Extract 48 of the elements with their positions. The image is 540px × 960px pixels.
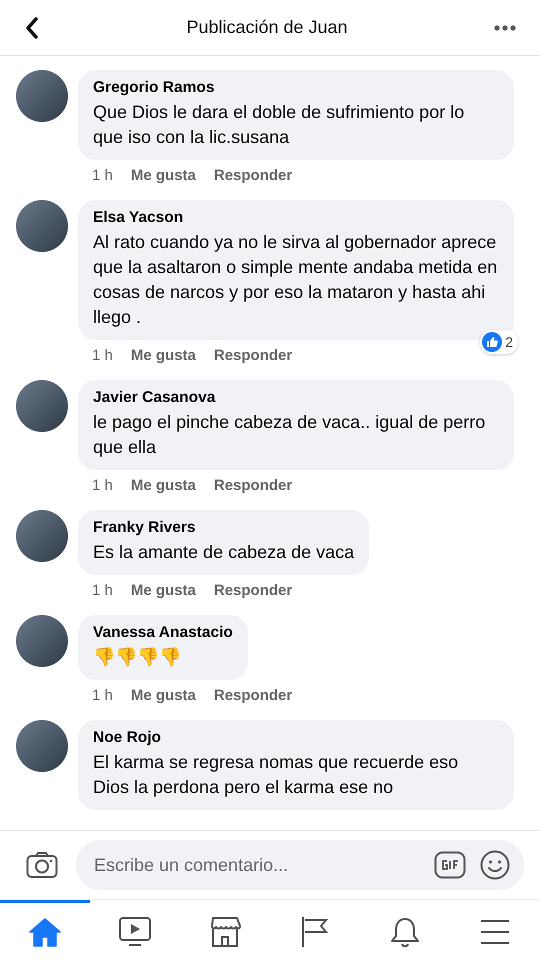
comment-time: 1 h [92,582,113,599]
like-link[interactable]: Me gusta [130,687,196,704]
gif-icon[interactable] [434,851,466,879]
bell-icon [390,916,420,948]
more-options-icon[interactable] [494,24,516,30]
smiley-icon[interactable] [480,850,510,880]
avatar[interactable] [16,615,68,667]
comment-author[interactable]: Javier Casanova [93,389,499,407]
comment-time: 1 h [92,347,113,364]
home-icon [29,916,61,946]
reply-link[interactable]: Responder [214,582,292,599]
like-link[interactable]: Me gusta [130,477,196,494]
comment-time: 1 h [92,687,113,704]
comment-text: le pago el pinche cabeza de vaca.. igual de perro que ella [93,411,486,459]
reply-link[interactable]: Responder [214,687,292,704]
reply-link[interactable]: Responder [214,477,292,494]
avatar[interactable] [16,720,68,772]
comment-author[interactable]: Noe Rojo [93,729,499,747]
comment-author[interactable]: Elsa Yacson [93,209,499,227]
avatar[interactable] [16,70,68,122]
avatar[interactable] [16,510,68,562]
reply-link[interactable]: Responder [214,347,292,364]
menu-icon [480,918,510,944]
like-link[interactable]: Me gusta [130,347,196,364]
avatar[interactable] [16,200,68,252]
comment-input-field[interactable]: Escribe un comentario... [92,854,420,876]
like-link[interactable]: Me gusta [130,582,196,599]
comment-time: 1 h [92,477,113,494]
comment-author[interactable]: Vanessa Anastacio [93,624,233,642]
comment-author[interactable]: Franky Rivers [93,519,354,537]
flag-icon [299,916,331,948]
comment-author[interactable]: Gregorio Ramos [93,79,499,97]
post-title: Publicación de Juan [186,17,348,38]
like-link[interactable]: Me gusta [130,167,196,184]
comment-text: 👎👎👎👎 [93,646,182,669]
reaction-count-badge[interactable]: 2 [480,330,518,354]
comment-time: 1 h [92,167,113,184]
video-icon [119,916,151,946]
reply-link[interactable]: Responder [214,167,292,184]
store-icon [209,916,241,948]
comment-text: Al rato cuando ya no le sirva al gobernador aprece que la asaltaron o simple mente andaba metida en cosas de narcos y por eso la mataron y hasta ahi llego . [93,231,498,329]
thumbs-up-icon [482,332,502,352]
comment-composer-bar[interactable]: Escribe un comentario... [76,840,524,890]
comment-text: Es la amante de cabeza de vaca [93,541,354,564]
comment-text: Que Dios le dara el doble de sufrimiento por lo que iso con la lic.susana [93,101,466,149]
camera-icon[interactable] [26,851,58,879]
comment-text: El karma se regresa nomas que recuerde eso Dios la perdona pero el karma ese no [93,751,460,799]
avatar[interactable] [16,380,68,432]
